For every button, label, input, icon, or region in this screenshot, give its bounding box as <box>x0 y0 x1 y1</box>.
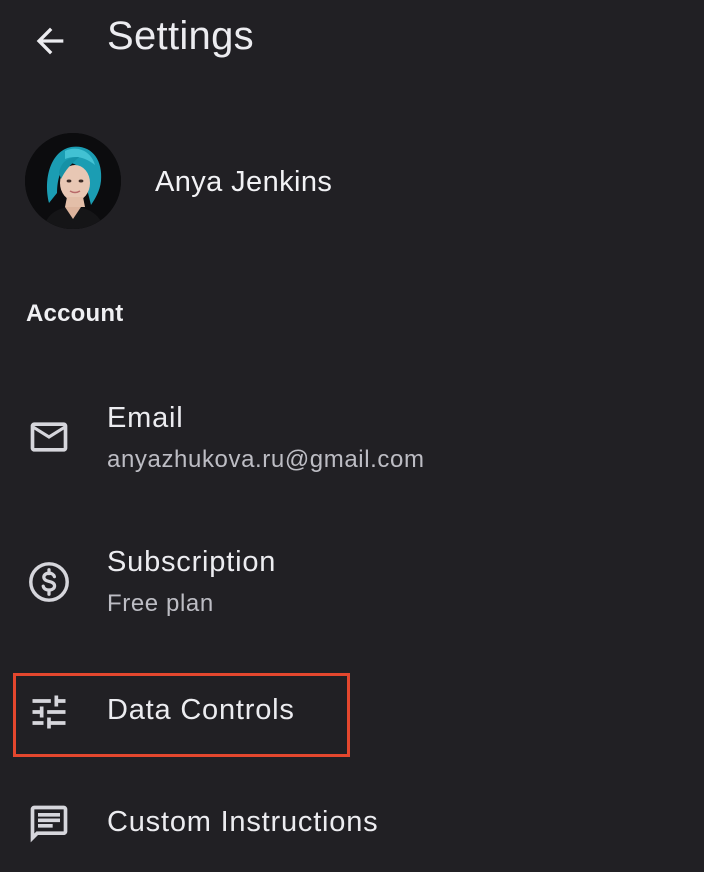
settings-item-data-controls[interactable]: Data Controls <box>0 672 704 754</box>
subscription-plan: Free plan <box>107 590 214 617</box>
settings-item-label: Data Controls <box>107 694 295 726</box>
mail-icon <box>26 414 72 460</box>
message-icon <box>26 801 72 847</box>
arrow-back-icon <box>30 21 70 61</box>
sliders-icon <box>26 689 72 735</box>
back-button[interactable] <box>26 17 74 65</box>
settings-item-custom-instructions[interactable]: Custom Instructions <box>0 796 704 866</box>
section-header-account: Account <box>26 300 124 327</box>
settings-item-email[interactable]: Email anyazhukova.ru@gmail.com <box>0 392 704 492</box>
dollar-circle-icon <box>26 559 72 605</box>
page-title: Settings <box>107 14 254 58</box>
profile-row[interactable]: Anya Jenkins <box>0 128 704 232</box>
profile-name: Anya Jenkins <box>155 166 333 198</box>
email-value: anyazhukova.ru@gmail.com <box>107 446 425 473</box>
avatar <box>25 133 121 229</box>
settings-item-label: Email <box>107 402 184 434</box>
settings-item-label: Subscription <box>107 546 277 578</box>
settings-item-label: Custom Instructions <box>107 806 379 838</box>
app-bar: Settings <box>0 0 704 84</box>
settings-item-subscription[interactable]: Subscription Free plan <box>0 536 704 636</box>
